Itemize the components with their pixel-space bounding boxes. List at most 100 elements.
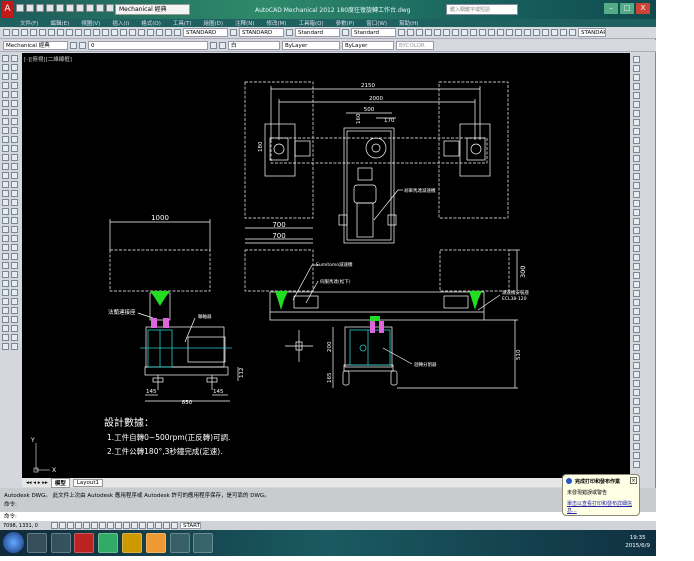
modify-tool-button[interactable]	[633, 281, 640, 288]
draw-tool-button[interactable]	[2, 226, 9, 233]
draw-tool-button[interactable]	[11, 181, 18, 188]
modify-tool-button[interactable]	[633, 389, 640, 396]
linetype-select[interactable]: ByLayer	[282, 41, 340, 50]
draw-tool-button[interactable]	[2, 163, 9, 170]
status-toggle-button[interactable]	[107, 522, 114, 529]
modify-tool-button[interactable]	[633, 362, 640, 369]
draw-tool-button[interactable]	[2, 91, 9, 98]
status-toggle-button[interactable]	[99, 522, 106, 529]
quick-access-button[interactable]	[36, 4, 44, 12]
draw-tool-button[interactable]	[11, 190, 18, 197]
search-input[interactable]: 鍵入關鍵字或短語	[446, 4, 518, 15]
draw-tool-button[interactable]	[2, 100, 9, 107]
dimension-toolbar-button[interactable]	[524, 29, 531, 36]
modify-tool-button[interactable]	[633, 452, 640, 459]
menu-item[interactable]: 修改(M)	[266, 19, 286, 27]
dimension-toolbar-button[interactable]	[488, 29, 495, 36]
draw-tool-button[interactable]	[11, 91, 18, 98]
standard-toolbar-button[interactable]	[30, 29, 37, 36]
standard-toolbar-button[interactable]	[165, 29, 172, 36]
quick-access-button[interactable]	[96, 4, 104, 12]
standard-toolbar-button[interactable]	[156, 29, 163, 36]
modify-tool-button[interactable]	[633, 308, 640, 315]
quick-access-button[interactable]	[16, 4, 24, 12]
modify-tool-button[interactable]	[633, 461, 640, 468]
modify-tool-button[interactable]	[633, 83, 640, 90]
maximize-button[interactable]: □	[620, 3, 634, 14]
modify-tool-button[interactable]	[633, 380, 640, 387]
color-select[interactable]: 白	[228, 41, 280, 50]
command-input[interactable]: 命令:	[0, 512, 656, 521]
status-toggle-button[interactable]	[59, 522, 66, 529]
modify-tool-button[interactable]	[633, 434, 640, 441]
layer-manager-icon[interactable]	[79, 42, 86, 49]
quick-access-button[interactable]	[76, 4, 84, 12]
photos-task-icon[interactable]	[51, 533, 71, 553]
viewport-controls[interactable]: [-][俯視][二維線框]	[24, 55, 72, 63]
modify-tool-button[interactable]	[633, 353, 640, 360]
modify-tool-button[interactable]	[633, 299, 640, 306]
tab-model[interactable]: 模型	[50, 477, 70, 488]
status-toggle-button[interactable]	[147, 522, 154, 529]
layer-previous-icon[interactable]	[219, 42, 226, 49]
standard-toolbar-button[interactable]	[3, 29, 10, 36]
menu-item[interactable]: 工具(T)	[173, 19, 192, 27]
draw-tool-button[interactable]	[2, 262, 9, 269]
standard-toolbar-button[interactable]	[174, 29, 181, 36]
modify-tool-button[interactable]	[633, 218, 640, 225]
draw-tool-button[interactable]	[11, 172, 18, 179]
standard-toolbar-button[interactable]	[138, 29, 145, 36]
folder-task-icon[interactable]	[122, 533, 142, 553]
explorer-task-icon[interactable]	[27, 533, 47, 553]
status-toggle-button[interactable]	[123, 522, 130, 529]
modify-tool-button[interactable]	[633, 407, 640, 414]
system-clock[interactable]: 19:35 2015/6/9	[625, 534, 650, 550]
workspace-select[interactable]: Mechanical 經典	[115, 4, 190, 15]
standard-toolbar-button[interactable]	[48, 29, 55, 36]
draw-tool-button[interactable]	[2, 307, 9, 314]
status-toggle-button[interactable]	[139, 522, 146, 529]
menu-item[interactable]: 工具箱(Q)	[299, 19, 324, 27]
autocad-logo-icon[interactable]: A	[2, 1, 13, 18]
draw-tool-button[interactable]	[11, 55, 18, 62]
modify-tool-button[interactable]	[633, 326, 640, 333]
autocad-task-icon[interactable]	[193, 533, 213, 553]
modify-tool-button[interactable]	[633, 155, 640, 162]
dimension-toolbar-button[interactable]	[497, 29, 504, 36]
drawing-canvas[interactable]: 2150 2000 500 170 160 180 700 700 1000 1…	[22, 53, 630, 478]
draw-tool-button[interactable]	[11, 262, 18, 269]
dim-style-select[interactable]: STANDARD	[239, 28, 284, 37]
draw-tool-button[interactable]	[11, 244, 18, 251]
draw-tool-button[interactable]	[2, 64, 9, 71]
draw-tool-button[interactable]	[2, 334, 9, 341]
status-toggle-button[interactable]	[83, 522, 90, 529]
draw-tool-button[interactable]	[11, 280, 18, 287]
dimension-toolbar-button[interactable]	[506, 29, 513, 36]
dimension-toolbar-button[interactable]	[434, 29, 441, 36]
status-toggle-button[interactable]	[115, 522, 122, 529]
status-toggle-button[interactable]	[91, 522, 98, 529]
modify-tool-button[interactable]	[633, 74, 640, 81]
standard-toolbar-button[interactable]	[21, 29, 28, 36]
mleader-style-icon[interactable]	[342, 29, 349, 36]
modify-tool-button[interactable]	[633, 335, 640, 342]
draw-tool-button[interactable]	[2, 181, 9, 188]
menu-item[interactable]: 參數(P)	[336, 19, 355, 27]
draw-tool-button[interactable]	[11, 217, 18, 224]
draw-tool-button[interactable]	[11, 118, 18, 125]
menu-item[interactable]: 編輯(E)	[50, 19, 69, 27]
modify-tool-button[interactable]	[633, 56, 640, 63]
dimension-toolbar-button[interactable]	[533, 29, 540, 36]
draw-tool-button[interactable]	[2, 199, 9, 206]
draw-tool-button[interactable]	[2, 73, 9, 80]
draw-tool-button[interactable]	[2, 127, 9, 134]
modify-tool-button[interactable]	[633, 344, 640, 351]
modify-tool-button[interactable]	[633, 371, 640, 378]
draw-tool-button[interactable]	[11, 235, 18, 242]
draw-tool-button[interactable]	[2, 145, 9, 152]
dimension-toolbar-button[interactable]	[416, 29, 423, 36]
menu-item[interactable]: 窗口(W)	[366, 19, 387, 27]
modify-tool-button[interactable]	[633, 254, 640, 261]
modify-tool-button[interactable]	[633, 272, 640, 279]
draw-tool-button[interactable]	[11, 82, 18, 89]
